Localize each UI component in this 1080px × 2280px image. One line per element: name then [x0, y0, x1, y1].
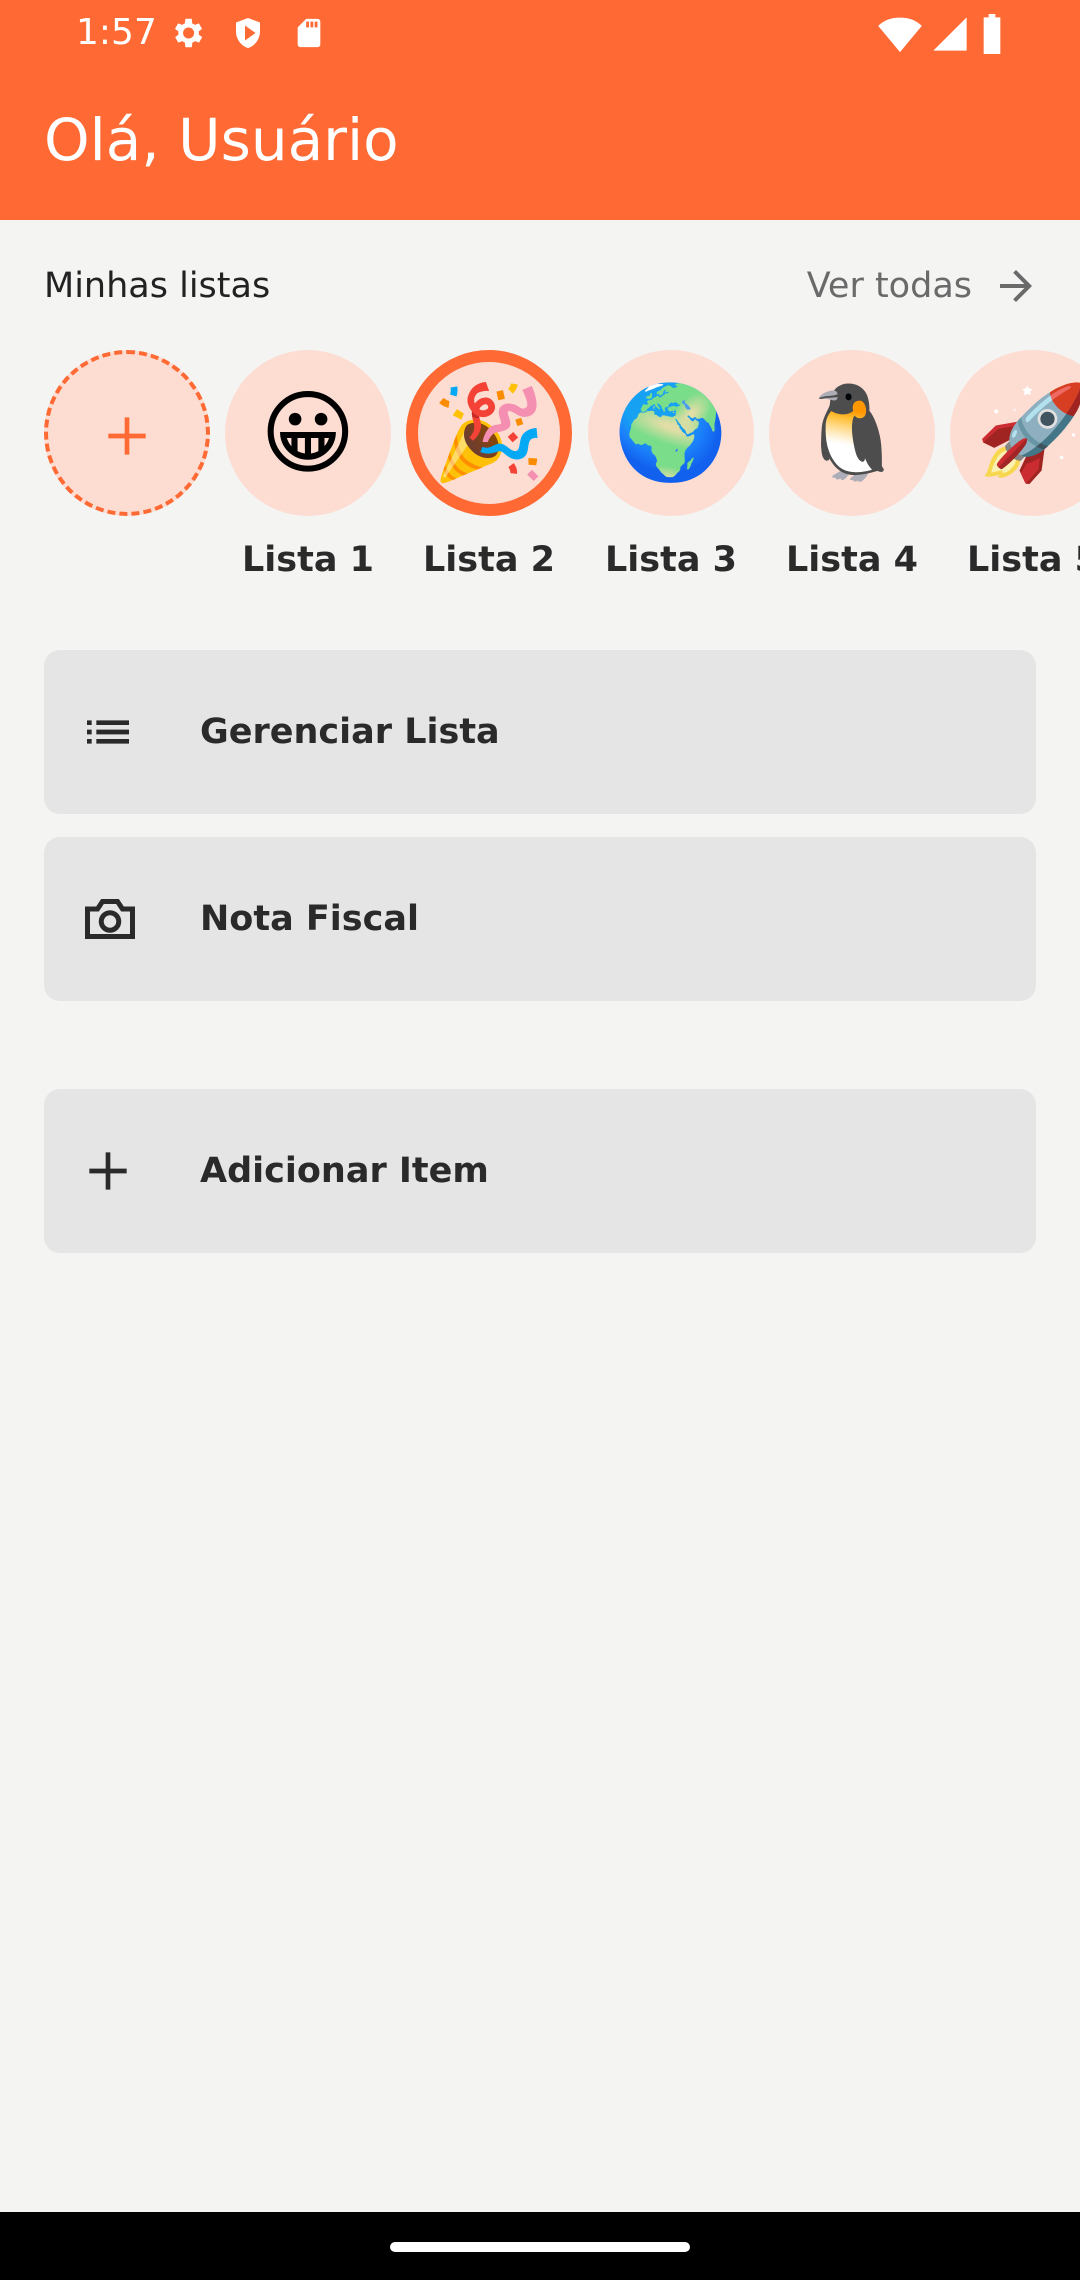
list-item-2[interactable]: 🎉 Lista 2	[404, 350, 574, 580]
receipt-button[interactable]: Nota Fiscal	[44, 837, 1036, 1001]
list-item-1[interactable]: 😀 Lista 1	[223, 350, 393, 580]
manage-list-label: Gerenciar Lista	[200, 712, 500, 752]
plus-icon	[99, 381, 155, 486]
page-title: Olá, Usuário	[44, 106, 399, 174]
section-title: Minhas listas	[44, 266, 271, 306]
shield-play-icon	[230, 14, 266, 57]
app-header: 1:57 Olá, Usuário	[0, 0, 1080, 220]
list-emoji: 🌍	[588, 350, 754, 516]
list-item-3[interactable]: 🌍 Lista 3	[586, 350, 756, 580]
sd-card-icon	[292, 14, 326, 57]
lists-section-header: Minhas listas Ver todas	[0, 258, 1080, 314]
list-label: Lista 3	[604, 540, 738, 580]
signal-icon	[930, 14, 970, 59]
plus-icon	[80, 1143, 180, 1199]
list-icon	[80, 704, 180, 760]
status-bar: 1:57	[0, 0, 1080, 68]
camera-icon	[80, 889, 180, 949]
list-item-4[interactable]: 🐧 Lista 4	[767, 350, 937, 580]
add-list-circle	[44, 350, 210, 516]
settings-icon	[168, 14, 206, 57]
battery-icon	[980, 14, 1004, 59]
list-label: Lista 2	[422, 540, 556, 580]
see-all-label: Ver todas	[806, 266, 972, 306]
wifi-icon	[878, 14, 922, 59]
home-handle[interactable]	[390, 2242, 690, 2252]
manage-list-button[interactable]: Gerenciar Lista	[44, 650, 1036, 814]
arrow-right-icon	[992, 262, 1040, 310]
system-nav-bar	[0, 2212, 1080, 2280]
add-item-button[interactable]: Adicionar Item	[44, 1089, 1036, 1253]
see-all-button[interactable]: Ver todas	[807, 258, 1040, 314]
list-label: Lista 1	[241, 540, 375, 580]
lists-carousel[interactable]: 😀 Lista 1 🎉 Lista 2 🌍 Lista 3 🐧 Lista 4 …	[0, 350, 1080, 590]
list-label: Lista 5	[966, 540, 1080, 580]
status-time: 1:57	[76, 12, 157, 53]
list-emoji: 😀	[225, 350, 391, 516]
receipt-label: Nota Fiscal	[200, 899, 419, 939]
add-item-label: Adicionar Item	[200, 1151, 489, 1191]
list-item-5[interactable]: 🚀 Lista 5	[948, 350, 1080, 580]
list-emoji: 🎉	[406, 350, 572, 516]
list-emoji: 🚀	[950, 350, 1080, 516]
list-label: Lista 4	[785, 540, 919, 580]
add-list-button[interactable]	[42, 350, 212, 516]
list-emoji: 🐧	[769, 350, 935, 516]
